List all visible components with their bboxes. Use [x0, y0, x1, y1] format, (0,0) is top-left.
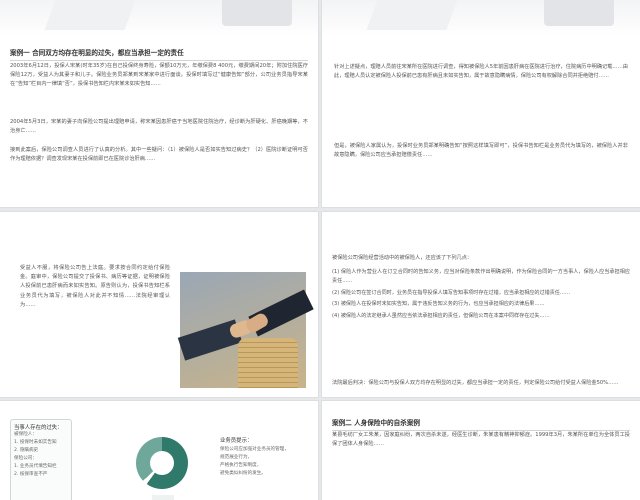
decor-bar	[152, 495, 174, 500]
case-title: 案例二 人身保险中的自杀案例	[332, 417, 630, 431]
donut-graphic	[136, 437, 188, 489]
tip-line: 严格执行告知制度，	[220, 463, 262, 468]
fault-line: 2. 隐瞒病史	[14, 448, 39, 453]
slide-judgment: 被保险公司保险经营活动中的被保险人，还应该了下列几点： (1) 保险人作为营业人…	[322, 212, 640, 397]
header-photo	[322, 0, 640, 36]
fault-line: 2. 核保审查不严	[14, 472, 48, 477]
tip-line: 规范展业行为，	[220, 455, 253, 460]
fault-line: 1. 业务员代填告知栏	[14, 464, 57, 469]
case-paragraph: 接到此案后，保险公司调查人员进行了认真的分析。其中一些疑问：（1）被保险人是否如…	[10, 147, 308, 163]
case-paragraph: 2004年5月3日，宋某的妻子向保险公司提出理赔申请，称宋某因患肝癌于当地医院住…	[10, 119, 308, 135]
analysis-paragraph: 针对上述疑点，理赔人员前往宋某所在医院进行调查，得知被保险人5年前因患肝病在医院…	[334, 64, 628, 80]
laptop-graphic	[222, 0, 292, 26]
analysis-paragraph: 但是，被保险人家属认为，投保时业务员郑某明确告知“按照这样填写即可”，投保书告知…	[334, 143, 628, 159]
fault-line: 被保险人：	[14, 432, 37, 437]
slide-case-two: 案例二 人身保险中的自杀案例 某县毛纺厂女工朱某，因家庭纠纷，两次自杀未遂，经医…	[322, 401, 640, 500]
laptop-graphic	[544, 0, 614, 26]
list-item: (2) 保险公司在签订合同时，业务员在指导投保人填写告知事项时存在过错，应当承担…	[332, 289, 571, 296]
coin-stack	[238, 338, 298, 388]
fault-box: 当事人存在的过失： 被保险人： 1. 投保时未如实告知 2. 隐瞒病史 保险公司…	[10, 419, 72, 500]
slide-court: 受益人不服，将保险公司告上法庭。要求按合同约定给付保险金。庭审中，保险公司提交了…	[0, 212, 318, 397]
header-photo	[0, 0, 318, 36]
tips-title: 业务员提示：	[220, 438, 253, 444]
judgment-conclusion: 法院最后判决：保险公司与投保人双方均存在明显的过失，都应当承担一定的责任，判定保…	[332, 380, 619, 386]
paper-graphic	[44, 0, 136, 30]
fault-box-title: 当事人存在的过失：	[14, 425, 63, 431]
slide-summary: 当事人存在的过失： 被保险人： 1. 投保时未如实告知 2. 隐瞒病史 保险公司…	[0, 401, 318, 500]
list-item: (4) 被保险人的法定继承人虽然应当依法承担相应的责任，但保险公司在本案中同样存…	[332, 312, 550, 319]
case-title: 案例一 合同双方均存在明显的过失，都应当承担一定的责任	[10, 47, 308, 61]
tip-line: 避免类似纠纷的发生。	[220, 471, 266, 476]
handshake-image	[177, 272, 314, 388]
paper-graphic	[366, 0, 458, 30]
case-paragraph: 2003年6月12日，投保人宋某(时年35岁)在自己投保终身寿险，保额10万元，…	[10, 63, 308, 88]
tips-column: 业务员提示： 保险公司应加强对业务员的管理， 规范展业行为， 严格执行告知制度，…	[220, 436, 312, 478]
fault-line: 1. 投保时未如实告知	[14, 440, 57, 445]
slide-case-one-analysis: 针对上述疑点，理赔人员前往宋某所在医院进行调查，得知被保险人5年前因患肝病在医院…	[322, 0, 640, 207]
slide-case-one: 案例一 合同双方均存在明显的过失，都应当承担一定的责任 2003年6月12日，投…	[0, 0, 318, 207]
case-paragraph: 某县毛纺厂女工朱某，因家庭纠纷，两次自杀未遂，经医生诊断，朱某患有精神抑郁症。1…	[332, 432, 630, 448]
judgment-list: (1) 保险人作为营业人在订立合同时的告知义务，应当对保险条款作出明确说明，作为…	[332, 268, 630, 323]
list-item: (1) 保险人作为营业人在订立合同时的告知义务，应当对保险条款作出明确说明，作为…	[332, 269, 630, 285]
list-item: (3) 被保险人在投保时未如实告知，属于违反告知义务的行为，也应当承担相应的法律…	[332, 301, 545, 308]
judgment-intro: 被保险公司保险经营活动中的被保险人，还应该了下列几点：	[332, 255, 473, 261]
fault-line: 保险公司：	[14, 456, 37, 461]
court-paragraph: 受益人不服，将保险公司告上法庭。要求按合同约定给付保险金。庭审中，保险公司提交了…	[20, 265, 170, 308]
tip-line: 保险公司应加强对业务员的管理，	[220, 447, 289, 452]
